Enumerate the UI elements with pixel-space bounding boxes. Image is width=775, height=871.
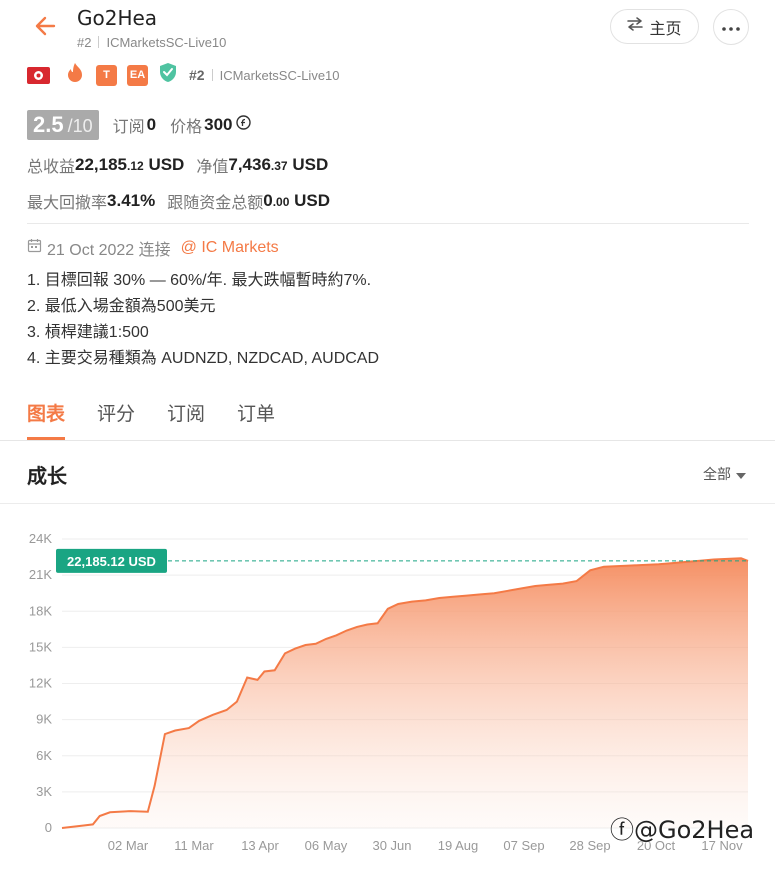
total-profit-label: 总收益 — [27, 159, 76, 176]
tab-divider — [0, 440, 775, 441]
description-line: 2. 最低入場金額為500美元 — [27, 298, 216, 315]
y-tick-label: 6K — [36, 748, 52, 763]
header-server: ICMarketsSC-Live10 — [106, 35, 227, 50]
calendar-icon — [27, 238, 42, 258]
connect-date: 21 Oct 2022 连接 — [47, 242, 171, 259]
header-rank: #2 — [77, 35, 92, 50]
divider — [27, 223, 749, 224]
score-max: /10 — [67, 116, 93, 136]
price-label: 价格 — [170, 119, 203, 136]
total-profit-value: 22,185.12 USD — [75, 155, 185, 174]
max-drawdown-label: 最大回撤率 — [27, 195, 108, 212]
x-tick-label: 13 Apr — [241, 838, 279, 853]
swap-icon — [627, 17, 644, 36]
badge-server: ICMarketsSC-Live10 — [205, 68, 340, 83]
ea-badge: EA — [127, 64, 148, 86]
x-tick-label: 19 Aug — [438, 838, 479, 853]
subscribe-value: 0 — [146, 115, 157, 134]
verified-shield-icon — [158, 62, 178, 88]
tab-subscription[interactable]: 订阅 — [167, 396, 205, 440]
t-badge: T — [96, 64, 117, 86]
x-tick-label: 30 Jun — [372, 838, 411, 853]
more-button[interactable] — [713, 9, 749, 45]
more-dots-icon — [722, 18, 740, 36]
section-divider — [0, 503, 775, 504]
y-tick-label: 24K — [29, 531, 52, 546]
follow-funds-label: 跟随资金总额 — [167, 195, 264, 212]
badge-rank: #2 — [189, 67, 205, 83]
header-subline: #2 ICMarketsSC-Live10 — [77, 35, 226, 50]
strategy-description: 1. 目標回報 30% — 60%/年. 最大跌幅暫時約7%. 2. 最低入場金… — [27, 268, 379, 372]
x-tick-label: 07 Sep — [503, 838, 544, 853]
top-bar: Go2Hea #2 ICMarketsSC-Live10 主页 — [0, 0, 775, 62]
y-tick-label: 9K — [36, 712, 52, 727]
series-area — [62, 558, 748, 828]
badges-row: T EA #2 ICMarketsSC-Live10 — [27, 62, 340, 89]
y-tick-label: 18K — [29, 603, 52, 618]
score-row: 2.5 /10 订阅 0 价格 300 — [27, 109, 251, 141]
x-tick-label: 28 Sep — [569, 838, 610, 853]
x-tick-label: 11 Mar — [174, 838, 214, 853]
coin-icon — [235, 115, 251, 135]
follow-funds-value: 0.00 USD — [263, 191, 331, 210]
max-drawdown-value: 3.41% — [107, 191, 156, 210]
page-title: Go2Hea — [77, 6, 158, 30]
y-tick-label: 12K — [29, 676, 52, 691]
range-dropdown[interactable]: 全部 — [703, 464, 746, 484]
equity-value: 7,436.37 USD — [228, 155, 329, 174]
profit-row: 总收益 22,185.12 USD 净值 7,436.37 USD — [27, 153, 328, 177]
subscribe-label: 订阅 — [112, 119, 145, 136]
y-tick-label: 21K — [29, 567, 52, 582]
broker-link[interactable]: @ IC Markets — [181, 239, 279, 257]
drawdown-row: 最大回撤率 3.41% 跟随资金总额 0.00 USD — [27, 189, 330, 213]
tab-orders[interactable]: 订单 — [237, 396, 275, 440]
hong-kong-flag-icon — [27, 66, 50, 84]
description-line: 4. 主要交易種類為 AUDNZD, NZDCAD, AUDCAD — [27, 350, 380, 367]
description-line: 1. 目標回報 30% — 60%/年. 最大跌幅暫時約7%. — [27, 272, 372, 289]
y-tick-label: 0 — [45, 820, 52, 835]
current-value-label: 22,185.12 USD — [67, 554, 156, 569]
home-button[interactable]: 主页 — [610, 9, 699, 44]
x-tick-label: 02 Mar — [108, 838, 149, 853]
back-arrow-icon[interactable] — [32, 12, 60, 40]
connect-info: 21 Oct 2022 连接 @ IC Markets — [27, 236, 279, 260]
caret-down-icon — [736, 466, 746, 482]
tab-bar: 图表 评分 订阅 订单 — [27, 396, 307, 440]
tab-rating[interactable]: 评分 — [97, 396, 135, 440]
y-tick-label: 15K — [29, 639, 52, 654]
score-badge: 2.5 /10 — [27, 110, 99, 140]
home-button-label: 主页 — [649, 20, 682, 38]
score-value: 2.5 — [33, 112, 64, 137]
equity-label: 净值 — [196, 159, 229, 176]
section-title: 成长 — [27, 466, 67, 488]
watermark-text: ⓕ@Go2Hea — [610, 816, 755, 844]
description-line: 3. 槓桿建議1:500 — [27, 324, 149, 341]
pk-badge-icon — [65, 62, 85, 89]
price-value: 300 — [204, 115, 233, 134]
tab-chart[interactable]: 图表 — [27, 396, 66, 440]
x-tick-label: 06 May — [305, 838, 348, 853]
y-tick-label: 3K — [36, 784, 52, 799]
range-dropdown-label: 全部 — [703, 466, 731, 482]
